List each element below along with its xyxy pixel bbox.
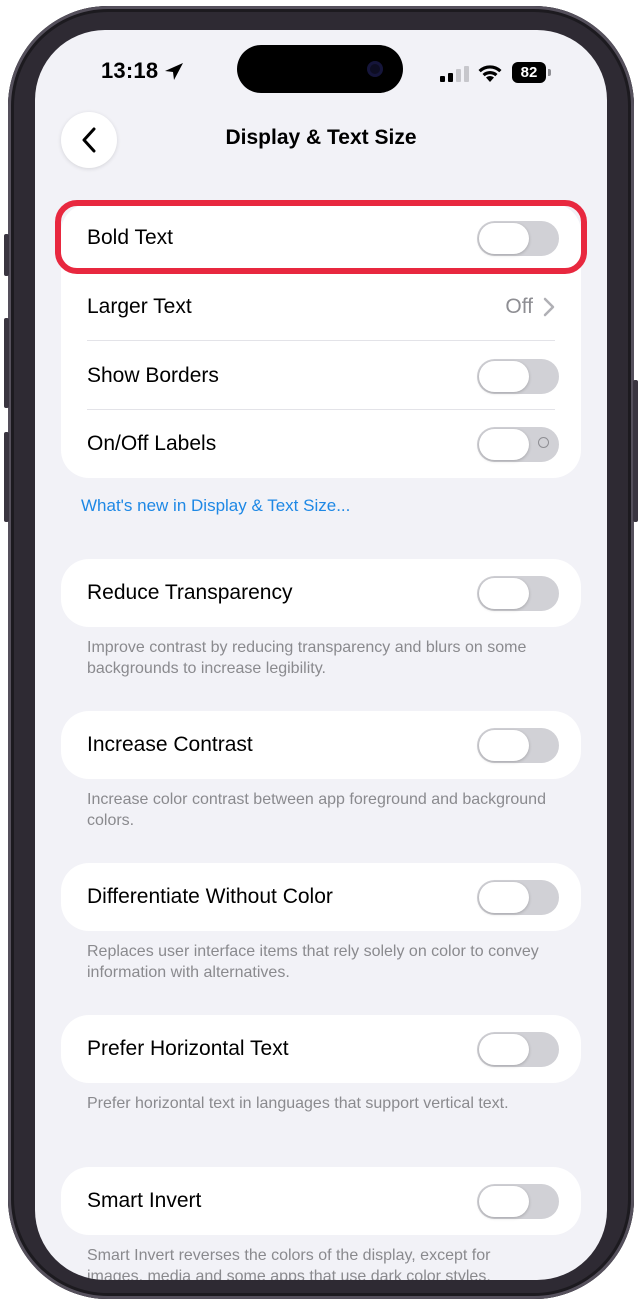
reduce-transparency-label: Reduce Transparency (87, 581, 293, 604)
show-borders-toggle[interactable] (477, 359, 559, 394)
onoff-labels-label: On/Off Labels (87, 432, 217, 455)
onoff-labels-toggle[interactable] (477, 427, 559, 462)
battery-level: 82 (512, 62, 546, 83)
toggle-knob (479, 429, 529, 460)
toggle-knob (479, 578, 529, 609)
increase-contrast-toggle[interactable] (477, 728, 559, 763)
prefer-horizontal-toggle[interactable] (477, 1032, 559, 1067)
increase-contrast-footnote: Increase color contrast between app fore… (87, 791, 546, 829)
chevron-right-icon (543, 297, 555, 317)
row-smart-invert: Smart Invert (61, 1167, 581, 1235)
row-show-borders: Show Borders (61, 342, 581, 410)
prefer-horizontal-label: Prefer Horizontal Text (87, 1037, 289, 1060)
row-reduce-transparency: Reduce Transparency (61, 559, 581, 627)
smart-invert-toggle[interactable] (477, 1184, 559, 1219)
toggle-knob (479, 882, 529, 913)
differentiate-group: Differentiate Without Color (61, 863, 581, 931)
differentiate-toggle[interactable] (477, 880, 559, 915)
bold-text-highlight (55, 200, 587, 274)
off-indicator-icon (538, 437, 549, 448)
row-onoff-labels: On/Off Labels (61, 410, 581, 478)
smart-invert-footnote: Smart Invert reverses the colors of the … (87, 1247, 491, 1280)
toggle-knob (479, 361, 529, 392)
reduce-transparency-toggle[interactable] (477, 576, 559, 611)
prefer-horizontal-group: Prefer Horizontal Text (61, 1015, 581, 1083)
increase-contrast-label: Increase Contrast (87, 733, 253, 756)
volume-up-button (4, 318, 9, 408)
smart-invert-group: Smart Invert (61, 1167, 581, 1235)
toggle-knob (479, 1186, 529, 1217)
volume-down-button (4, 432, 9, 522)
dynamic-island (237, 45, 403, 93)
wifi-icon (478, 65, 502, 82)
battery-tip (548, 69, 551, 76)
larger-text-label: Larger Text (87, 295, 192, 318)
show-borders-label: Show Borders (87, 364, 219, 387)
differentiate-label: Differentiate Without Color (87, 885, 333, 908)
status-time: 13:18 (101, 58, 159, 83)
battery-icon: 82 (512, 62, 554, 83)
whats-new-link[interactable]: What's new in Display & Text Size... (81, 496, 350, 516)
page-title: Display & Text Size (225, 126, 417, 149)
toggle-knob (479, 1034, 529, 1065)
increase-contrast-group: Increase Contrast (61, 711, 581, 779)
cellular-signal-icon (440, 66, 469, 82)
power-button (633, 380, 638, 522)
prefer-horizontal-footnote: Prefer horizontal text in languages that… (87, 1095, 509, 1112)
reduce-transparency-footnote: Improve contrast by reducing transparenc… (87, 639, 527, 677)
screen: 13:18 82 Display & Text Size Bold Text L… (35, 30, 607, 1280)
location-arrow-icon (165, 63, 183, 80)
reduce-transparency-group: Reduce Transparency (61, 559, 581, 627)
differentiate-footnote: Replaces user interface items that rely … (87, 943, 539, 981)
larger-text-value: Off (505, 295, 533, 318)
toggle-knob (479, 730, 529, 761)
row-separator (87, 340, 555, 341)
row-differentiate: Differentiate Without Color (61, 863, 581, 931)
row-prefer-horizontal: Prefer Horizontal Text (61, 1015, 581, 1083)
row-increase-contrast: Increase Contrast (61, 711, 581, 779)
smart-invert-label: Smart Invert (87, 1189, 202, 1212)
action-button (4, 234, 9, 276)
row-larger-text[interactable]: Larger Text Off (61, 273, 581, 341)
camera-icon (367, 61, 383, 77)
